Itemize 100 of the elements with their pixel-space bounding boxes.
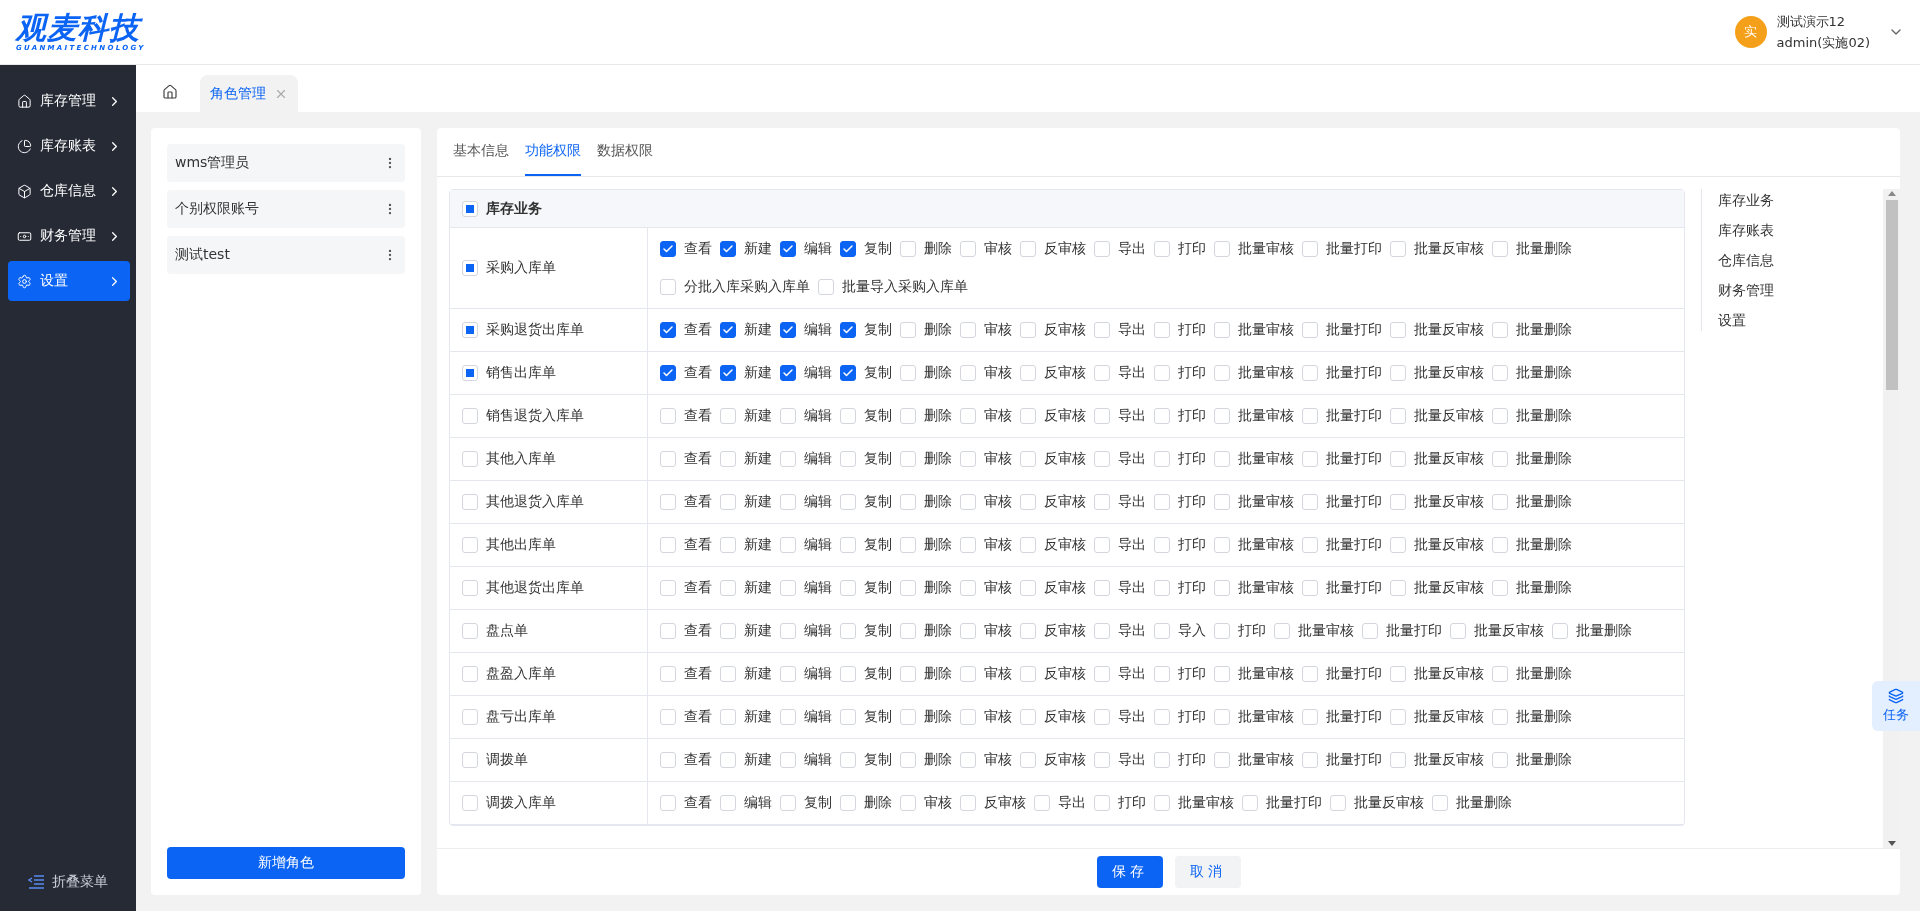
detail-tab[interactable]: 数据权限 [597,128,653,176]
permission-label: 批量打印 [1326,364,1382,382]
sidebar-item[interactable]: 仓库信息 [8,171,130,211]
checkbox[interactable] [660,322,676,338]
page-tab[interactable]: 角色管理 [200,75,298,112]
check-icon [782,367,794,379]
sidebar-label: 库存账表 [40,137,97,155]
checkbox[interactable] [780,241,796,257]
anchor-link[interactable]: 库存账表 [1718,221,1875,239]
task-button[interactable]: 任务 [1872,681,1920,731]
permission-label: 复制 [864,364,892,382]
permission-label: 审核 [984,751,1012,769]
permission-label: 查看 [684,493,712,511]
permission-label: 批量打印 [1326,450,1382,468]
save-button[interactable]: 保存 [1096,856,1163,888]
permission-label: 批量反审核 [1414,321,1484,339]
role-item[interactable]: 个别权限账号 [167,190,405,228]
permission-label: 编辑 [804,665,832,683]
permission-label: 批量打印 [1326,493,1382,511]
permission-label: 复制 [864,321,892,339]
check-icon [842,367,854,379]
document-name: 盘点单 [486,622,528,640]
checkbox[interactable] [720,241,736,257]
permission-label: 反审核 [1044,708,1086,726]
document-name: 销售退货入库单 [486,407,584,425]
permission-label: 批量删除 [1516,240,1572,258]
checkbox[interactable] [840,322,856,338]
permission-label: 批量审核 [1178,794,1234,812]
permission-label: 复制 [864,708,892,726]
sidebar-item[interactable]: 库存管理 [8,81,130,121]
permission-label: 批量删除 [1516,493,1572,511]
permission-label: 反审核 [1044,407,1086,425]
detail-tab[interactable]: 功能权限 [525,128,581,176]
collapse-menu-button[interactable]: 折叠菜单 [0,857,136,899]
check-icon [662,367,674,379]
permission-label: 查看 [684,364,712,382]
permission-label: 批量审核 [1238,536,1294,554]
anchor-link[interactable]: 库存业务 [1718,191,1875,209]
permission-label: 新建 [744,665,772,683]
checkbox[interactable] [720,365,736,381]
anchor-link[interactable]: 设置 [1718,311,1875,329]
anchor-link[interactable]: 仓库信息 [1718,251,1875,269]
permission-label: 批量审核 [1238,450,1294,468]
checkbox[interactable] [780,365,796,381]
permission-label: 导出 [1118,493,1146,511]
sidebar-item[interactable]: 库存账表 [8,126,130,166]
document-name: 采购退货出库单 [486,321,584,339]
permission-label: 审核 [984,665,1012,683]
check-icon [722,367,734,379]
permission-label: 批量反审核 [1414,579,1484,597]
checkbox[interactable] [780,322,796,338]
permission-label: 审核 [984,493,1012,511]
add-role-button[interactable]: 新增角色 [167,847,405,879]
permission-label: 批量删除 [1516,407,1572,425]
permission-label: 新建 [744,751,772,769]
permission-label: 批量删除 [1516,450,1572,468]
permission-label: 查看 [684,240,712,258]
checkbox[interactable] [840,365,856,381]
checkbox[interactable] [840,241,856,257]
scroll-up-icon[interactable] [1887,191,1896,196]
role-item[interactable]: 测试test [167,236,405,274]
sidebar-label: 库存管理 [40,92,97,110]
permission-label: 删除 [924,321,952,339]
permission-label: 编辑 [804,622,832,640]
sidebar-item[interactable]: 设置 [8,261,130,301]
permission-label: 批量反审核 [1414,751,1484,769]
checkbox[interactable] [720,322,736,338]
permission-label: 批量审核 [1238,665,1294,683]
permission-label: 批量反审核 [1414,407,1484,425]
document-name: 调拨单 [486,751,528,769]
checkbox[interactable] [660,365,676,381]
permission-label: 批量删除 [1516,579,1572,597]
permission-label: 复制 [864,407,892,425]
user-account: admin(实施02) [1776,33,1870,52]
section-title: 库存业务 [486,199,542,218]
document-name: 其他退货出库单 [486,579,584,597]
permission-label: 批量审核 [1238,579,1294,597]
permission-label: 批量删除 [1456,794,1512,812]
user-name: 测试演示12 [1776,12,1847,31]
cancel-button[interactable]: 取消 [1174,856,1241,888]
checkbox[interactable] [660,241,676,257]
permission-label: 批量打印 [1326,321,1382,339]
scrollbar-thumb[interactable] [1885,200,1898,390]
document-name: 其他入库单 [486,450,556,468]
permission-label: 批量删除 [1516,321,1572,339]
anchor-link[interactable]: 财务管理 [1718,281,1875,299]
permission-label: 审核 [984,536,1012,554]
permission-label: 删除 [924,751,952,769]
permission-label: 反审核 [1044,536,1086,554]
document-name: 其他退货入库单 [486,493,584,511]
permission-label: 打印 [1238,622,1266,640]
scroll-down-icon[interactable] [1887,841,1896,846]
permission-label: 导出 [1118,536,1146,554]
sidebar-item[interactable]: 财务管理 [8,216,130,256]
permission-label: 复制 [864,493,892,511]
detail-tab[interactable]: 基本信息 [453,128,509,176]
permission-label: 打印 [1178,579,1206,597]
permission-label: 查看 [684,579,712,597]
role-item[interactable]: wms管理员 [167,144,405,182]
permission-label: 查看 [684,536,712,554]
